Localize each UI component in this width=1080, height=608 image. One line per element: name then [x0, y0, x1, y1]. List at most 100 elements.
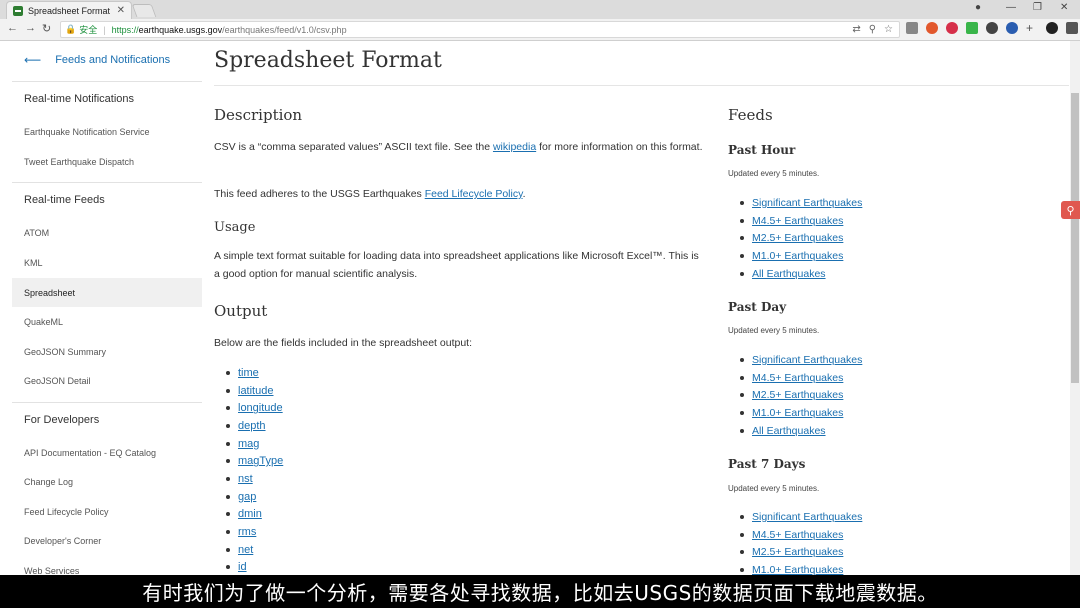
zoom-icon[interactable]: ⚲ — [869, 24, 876, 35]
field-link-net[interactable]: net — [238, 544, 253, 556]
browser-tab-bar: Spreadsheet Format ✕ ● — ❐ ✕ — [0, 0, 1080, 19]
list-item: nst — [226, 470, 283, 488]
sidebar-section-title: Real-time Feeds — [24, 194, 105, 206]
plus-extension-icon[interactable]: + — [1026, 22, 1038, 34]
feed-link[interactable]: Significant Earthquakes — [752, 197, 862, 209]
browser-tab[interactable]: Spreadsheet Format ✕ — [6, 1, 132, 19]
feed-link[interactable]: All Earthquakes — [752, 425, 826, 437]
field-link-depth[interactable]: depth — [238, 420, 266, 432]
list-item: latitude — [226, 382, 283, 400]
output-heading: Output — [214, 302, 268, 320]
sidebar-divider — [12, 182, 202, 183]
tab-title: Spreadsheet Format — [28, 5, 111, 16]
feed-link[interactable]: M2.5+ Earthquakes — [752, 232, 843, 244]
new-tab-button[interactable] — [131, 4, 157, 17]
sidebar-item-quakeml[interactable]: QuakeML — [12, 307, 202, 336]
field-link-gap[interactable]: gap — [238, 491, 256, 503]
sidebar-item-atom[interactable]: ATOM — [12, 218, 202, 247]
page-title: Spreadsheet Format — [214, 48, 442, 73]
extension-blue-icon[interactable] — [1006, 22, 1018, 34]
field-link-time[interactable]: time — [238, 367, 259, 379]
back-link-label: Feeds and Notifications — [55, 54, 171, 66]
sidebar-item-lifecycle-policy[interactable]: Feed Lifecycle Policy — [12, 497, 202, 526]
field-link-id[interactable]: id — [238, 561, 247, 573]
extension-window-icon[interactable] — [1066, 22, 1078, 34]
feed-link[interactable]: All Earthquakes — [752, 268, 826, 280]
list-item: id — [226, 559, 283, 577]
page-scrollbar[interactable] — [1070, 41, 1080, 608]
extension-icons: + ⋮ — [906, 22, 1080, 34]
feed-link[interactable]: M1.0+ Earthquakes — [752, 250, 843, 262]
policy-paragraph: This feed adheres to the USGS Earthquake… — [214, 185, 704, 203]
feed-link[interactable]: M4.5+ Earthquakes — [752, 529, 843, 541]
feed-link[interactable]: M4.5+ Earthquakes — [752, 215, 843, 227]
sidebar-item-developers-corner[interactable]: Developer's Corner — [12, 526, 202, 555]
list-item: depth — [226, 417, 283, 435]
list-item: Significant Earthquakes — [740, 508, 862, 526]
feed-link[interactable]: M1.0+ Earthquakes — [752, 407, 843, 419]
output-paragraph: Below are the fields included in the spr… — [214, 337, 473, 349]
scrollbar-thumb[interactable] — [1071, 93, 1079, 383]
feed-link[interactable]: M2.5+ Earthquakes — [752, 389, 843, 401]
sidebar-section-title: Real-time Notifications — [24, 93, 135, 105]
list-item: M2.5+ Earthquakes — [740, 387, 862, 405]
sidebar-item-notification-service[interactable]: Earthquake Notification Service — [12, 117, 202, 146]
floating-search-icon[interactable]: ⚲ — [1061, 201, 1080, 219]
list-item: M4.5+ Earthquakes — [740, 212, 862, 230]
list-item: magType — [226, 452, 283, 470]
sidebar-item-kml[interactable]: KML — [12, 248, 202, 277]
list-item: M1.0+ Earthquakes — [740, 404, 862, 422]
feed-link[interactable]: M4.5+ Earthquakes — [752, 372, 843, 384]
field-link-mag[interactable]: mag — [238, 438, 259, 450]
ghostery-extension-icon[interactable] — [986, 22, 998, 34]
wikipedia-link[interactable]: wikipedia — [493, 141, 536, 153]
field-link-magtype[interactable]: magType — [238, 455, 283, 467]
sidebar-item-tweet-dispatch[interactable]: Tweet Earthquake Dispatch — [12, 147, 202, 176]
sidebar-item-spreadsheet[interactable]: Spreadsheet — [12, 278, 202, 307]
description-text: CSV is a “comma separated values” ASCII … — [214, 141, 493, 153]
field-link-nst[interactable]: nst — [238, 473, 253, 485]
reload-icon[interactable]: ↻ — [42, 22, 51, 35]
field-link-longitude[interactable]: longitude — [238, 402, 283, 414]
list-item: dmin — [226, 506, 283, 524]
feed-link[interactable]: M2.5+ Earthquakes — [752, 546, 843, 558]
list-item: Significant Earthquakes — [740, 194, 862, 212]
url-path: /earthquakes/feed/v1.0/csv.php — [222, 24, 347, 35]
list-item: Significant Earthquakes — [740, 351, 862, 369]
feed-link[interactable]: Significant Earthquakes — [752, 354, 862, 366]
bookmark-star-icon[interactable]: ☆ — [884, 24, 893, 35]
usage-paragraph: A simple text format suitable for loadin… — [214, 250, 699, 280]
forward-arrow-icon[interactable]: → — [25, 22, 36, 34]
window-close-icon[interactable]: ✕ — [1060, 2, 1068, 13]
url-input[interactable]: 🔒 安全 | https:// earthquake.usgs.gov /ear… — [60, 21, 900, 38]
sidebar-item-geojson-summary[interactable]: GeoJSON Summary — [12, 337, 202, 366]
profile-icon[interactable]: ● — [975, 2, 981, 13]
back-to-feeds-link[interactable]: ⟵ Feeds and Notifications — [24, 53, 170, 67]
back-arrow-icon[interactable]: ← — [7, 22, 18, 34]
extension-green-icon[interactable] — [966, 22, 978, 34]
extension-dark-icon[interactable] — [1046, 22, 1058, 34]
field-link-latitude[interactable]: latitude — [238, 385, 273, 397]
secure-label: 安全 — [79, 25, 98, 35]
pocket-extension-icon[interactable] — [946, 22, 958, 34]
sidebar-divider — [12, 81, 202, 82]
tab-close-icon[interactable]: ✕ — [117, 5, 125, 16]
restore-icon[interactable]: ❐ — [1033, 2, 1042, 13]
extension-orange-icon[interactable] — [926, 22, 938, 34]
translate-icon[interactable]: ⇄ — [852, 24, 860, 35]
description-paragraph: CSV is a “comma separated values” ASCII … — [214, 138, 704, 156]
camera-extension-icon[interactable] — [906, 22, 918, 34]
sidebar-item-change-log[interactable]: Change Log — [12, 467, 202, 496]
sidebar-section-title: For Developers — [24, 414, 100, 426]
sidebar-item-geojson-detail[interactable]: GeoJSON Detail — [12, 366, 202, 395]
feeds-heading: Feeds — [728, 106, 773, 124]
sidebar-item-api-docs[interactable]: API Documentation - EQ Catalog — [12, 438, 202, 467]
minimize-icon[interactable]: — — [1006, 2, 1016, 13]
lifecycle-policy-link[interactable]: Feed Lifecycle Policy — [425, 188, 523, 200]
feed-link[interactable]: Significant Earthquakes — [752, 511, 862, 523]
list-item: M4.5+ Earthquakes — [740, 369, 862, 387]
feed-group-title: Past Day — [728, 300, 787, 314]
field-link-dmin[interactable]: dmin — [238, 508, 262, 520]
list-item: net — [226, 541, 283, 559]
field-link-rms[interactable]: rms — [238, 526, 256, 538]
